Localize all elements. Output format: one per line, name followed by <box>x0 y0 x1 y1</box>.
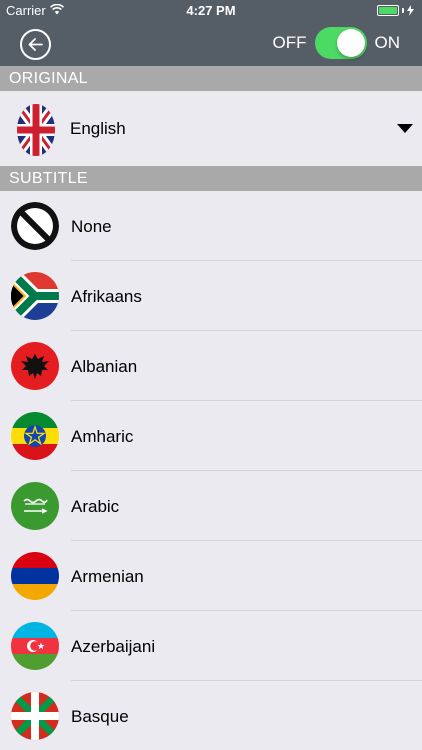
azerbaijan-flag-icon <box>11 622 59 670</box>
language-label: Afrikaans <box>71 287 142 306</box>
language-label: Armenian <box>71 567 144 586</box>
saudi-arabia-flag-icon <box>11 482 59 530</box>
uk-flag-icon <box>17 104 55 156</box>
toggle-knob <box>336 29 365 57</box>
original-language-selector[interactable]: English <box>0 91 422 166</box>
language-label: Arabic <box>71 497 120 516</box>
list-item-none[interactable]: None <box>0 191 422 261</box>
list-item-amharic[interactable]: Amharic <box>0 401 422 471</box>
list-item-azerbaijani[interactable]: Azerbaijani <box>0 611 422 681</box>
none-icon <box>11 202 59 250</box>
list-item-basque[interactable]: Basque <box>0 681 422 750</box>
subtitle-language-list: None Afrikaans Albanian Amharic Arabic A… <box>0 191 422 750</box>
original-language-label: English <box>70 119 126 138</box>
language-label: Albanian <box>71 357 138 376</box>
back-button[interactable] <box>20 29 51 60</box>
language-label: None <box>71 217 112 236</box>
battery-icon <box>377 5 414 16</box>
basque-flag-icon <box>11 692 59 740</box>
charging-bolt-icon <box>407 5 414 16</box>
status-bar: Carrier 4:27 PM <box>0 0 422 22</box>
list-item-albanian[interactable]: Albanian <box>0 331 422 401</box>
armenia-flag-icon <box>11 552 59 600</box>
list-item-arabic[interactable]: Arabic <box>0 471 422 541</box>
language-label: Basque <box>71 707 129 726</box>
subtitle-toggle-switch[interactable] <box>314 27 367 59</box>
toggle-on-label: ON <box>374 33 401 52</box>
language-label: Azerbaijani <box>71 637 156 656</box>
dropdown-caret-icon <box>397 124 413 133</box>
toggle-off-label: OFF <box>272 33 307 52</box>
albania-flag-icon <box>11 342 59 390</box>
section-header-subtitle: SUBTITLE <box>0 166 422 191</box>
list-item-afrikaans[interactable]: Afrikaans <box>0 261 422 331</box>
navigation-bar: OFF ON <box>0 22 422 66</box>
status-time: 4:27 PM <box>186 3 236 18</box>
language-label: Amharic <box>71 427 134 446</box>
back-arrow-icon <box>28 38 43 51</box>
subtitle-toggle-group: OFF ON <box>272 27 401 59</box>
ethiopia-flag-icon <box>11 412 59 460</box>
list-item-armenian[interactable]: Armenian <box>0 541 422 611</box>
south-africa-flag-icon <box>11 272 59 320</box>
section-header-original: ORIGINAL <box>0 66 422 91</box>
